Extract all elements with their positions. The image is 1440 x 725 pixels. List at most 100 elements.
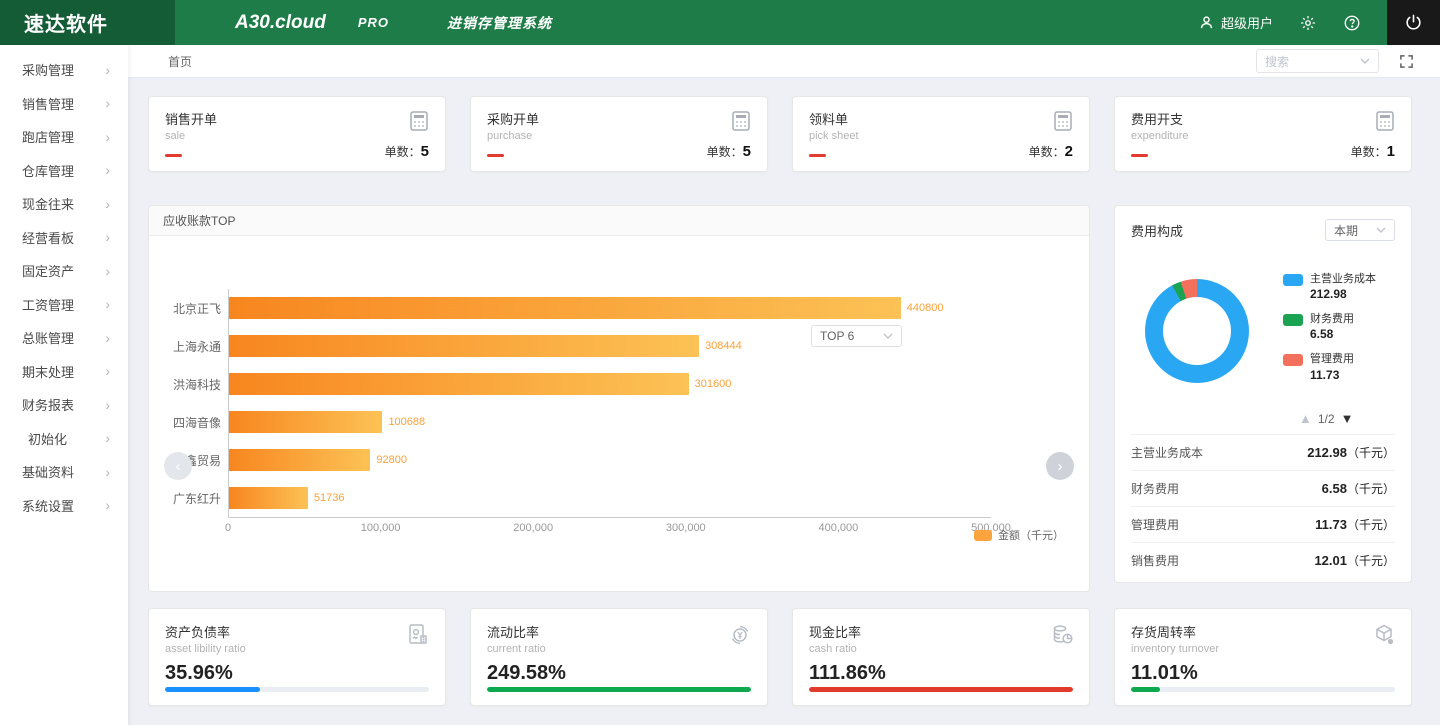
donut-legend-label: 财务费用	[1310, 313, 1354, 326]
period-select[interactable]: 本期	[1325, 219, 1395, 241]
calculator-icon	[1051, 109, 1075, 133]
ratio-progress	[165, 687, 429, 692]
pager-up-icon[interactable]: ▲	[1299, 411, 1312, 426]
product-edition: PRO	[358, 15, 389, 30]
help-icon	[1343, 14, 1361, 32]
sidebar-item-purchase[interactable]: 采购管理›	[0, 53, 128, 87]
bar-chart: 北京正飞 440800 上海永通 308444 洪海科技	[228, 289, 991, 518]
sidebar-item-dashboard[interactable]: 经营看板›	[0, 221, 128, 255]
tab-home[interactable]: 首页	[168, 53, 192, 70]
carousel-prev-button[interactable]: ‹	[164, 452, 192, 480]
donut-legend-item: 财务费用 6.58	[1283, 313, 1376, 341]
bar-fill	[229, 487, 308, 509]
expense-row: 主营业务成本 212.98（千元）	[1131, 434, 1395, 470]
power-icon	[1404, 13, 1423, 32]
sidebar-item-system-settings[interactable]: 系统设置›	[0, 489, 128, 523]
legend-pager: ▲ 1/2 ▼	[1299, 411, 1353, 426]
sidebar-item-store-visit[interactable]: 跑店管理›	[0, 120, 128, 154]
calculator-icon	[1373, 109, 1397, 133]
ratio-card-inventory-turnover: 存货周转率 inventory turnover 11.01%	[1114, 608, 1412, 706]
chevron-down-icon	[1376, 227, 1386, 233]
receivables-panel-title: 应收账款TOP	[149, 206, 1089, 236]
sidebar-item-payroll[interactable]: 工资管理›	[0, 288, 128, 322]
sidebar-item-fixed-assets[interactable]: 固定资产›	[0, 254, 128, 288]
dash-accent	[165, 154, 182, 157]
bar-fill	[229, 335, 699, 357]
fullscreen-button[interactable]	[1399, 54, 1414, 69]
stat-title: 领料单	[809, 109, 1073, 128]
settings-button[interactable]	[1299, 14, 1317, 32]
bar-row: 洪海科技 301600	[229, 365, 991, 403]
donut-legend-value: 11.73	[1310, 368, 1354, 382]
ratio-progress-fill	[165, 687, 260, 692]
donut-legend-item: 管理费用 11.73	[1283, 353, 1376, 381]
product-name: A30.cloud	[235, 12, 326, 34]
sidebar-item-cash[interactable]: 现金往来›	[0, 187, 128, 221]
count-label: 单数：	[707, 145, 743, 159]
help-button[interactable]	[1343, 14, 1361, 32]
stat-subtitle: expenditure	[1131, 130, 1395, 142]
search-input[interactable]: 搜索	[1256, 49, 1379, 73]
sidebar-item-base-data[interactable]: 基础资料›	[0, 455, 128, 489]
expense-panel-title: 费用构成	[1131, 221, 1183, 240]
sidebar-item-warehouse[interactable]: 仓库管理›	[0, 154, 128, 188]
stat-card-pick-sheet: 领料单 pick sheet 单数：2	[792, 96, 1090, 172]
chevron-right-icon: ›	[105, 163, 110, 177]
chevron-right-icon: ›	[105, 364, 110, 378]
sidebar-item-period-end[interactable]: 期末处理›	[0, 355, 128, 389]
brand-group: A30.cloud PRO 进销存管理系统	[175, 0, 552, 45]
sidebar-item-financial-reports[interactable]: 财务报表›	[0, 388, 128, 422]
bar-value: 100688	[388, 416, 425, 428]
x-tick: 0	[225, 522, 231, 534]
ratio-progress-fill	[487, 687, 751, 692]
ratio-progress-fill	[809, 687, 1073, 692]
bar-category: 洪海科技	[145, 376, 221, 393]
legend-label: 金额（千元）	[998, 527, 1064, 543]
bar-category: 北京正飞	[145, 300, 221, 317]
carousel-next-button[interactable]: ›	[1046, 452, 1074, 480]
chevron-right-icon: ›	[105, 431, 110, 445]
coins-icon	[1049, 622, 1075, 648]
x-tick: 100,000	[361, 522, 401, 534]
chevron-right-icon: ›	[105, 130, 110, 144]
chart-legend: 金额（千元）	[974, 527, 1064, 543]
stat-cards-row: 销售开单 sale 单数：5 采购开单 purchase 单数：5	[148, 96, 1412, 172]
chevron-right-icon: ›	[105, 264, 110, 278]
sidebar-item-initialization[interactable]: 初始化›	[0, 422, 128, 456]
count-value: 2	[1065, 143, 1073, 160]
stat-title: 费用开支	[1131, 109, 1395, 128]
stat-subtitle: purchase	[487, 130, 751, 142]
bar-fill	[229, 373, 689, 395]
ratio-card-asset-liability: 资产负债率 asset libility ratio 35.96%	[148, 608, 446, 706]
app-header: 速达软件 A30.cloud PRO 进销存管理系统 超级用户	[0, 0, 1440, 45]
user-menu[interactable]: 超级用户	[1198, 13, 1273, 32]
pager-down-icon[interactable]: ▼	[1341, 411, 1354, 426]
expense-donut	[1145, 279, 1249, 383]
pager-label: 1/2	[1318, 412, 1335, 426]
donut-legend: 主营业务成本 212.98 财务费用 6.58 管理费用	[1283, 273, 1376, 394]
calculator-icon	[407, 109, 431, 133]
donut-legend-value: 212.98	[1310, 287, 1376, 301]
sidebar-item-sales[interactable]: 销售管理›	[0, 87, 128, 121]
chevron-right-icon: ›	[105, 96, 110, 110]
stat-card-expenditure: 费用开支 expenditure 单数：1	[1114, 96, 1412, 172]
ratio-value: 249.58%	[487, 662, 751, 685]
expense-panel: 费用构成 本期 主营业务成本 212.98	[1114, 205, 1412, 583]
count-label: 单数：	[1351, 145, 1387, 159]
dash-accent	[809, 154, 826, 157]
bar-value: 308444	[705, 340, 742, 352]
x-axis-ticks: 0 100,000 200,000 300,000 400,000 500,00…	[228, 522, 991, 540]
bar-fill	[229, 449, 370, 471]
receivables-panel: 应收账款TOP TOP 6 ‹ › 北京正飞 440800	[148, 205, 1090, 592]
stat-card-sales: 销售开单 sale 单数：5	[148, 96, 446, 172]
logout-button[interactable]	[1387, 0, 1440, 45]
stat-title: 销售开单	[165, 109, 429, 128]
app-logo: 速达软件	[0, 0, 175, 45]
stat-card-purchase: 采购开单 purchase 单数：5	[470, 96, 768, 172]
ratio-value: 11.01%	[1131, 662, 1395, 685]
ratio-progress-fill	[1131, 687, 1160, 692]
sidebar-item-ledger[interactable]: 总账管理›	[0, 321, 128, 355]
stat-subtitle: sale	[165, 130, 429, 142]
chevron-right-icon: ›	[105, 465, 110, 479]
count-value: 5	[421, 143, 429, 160]
